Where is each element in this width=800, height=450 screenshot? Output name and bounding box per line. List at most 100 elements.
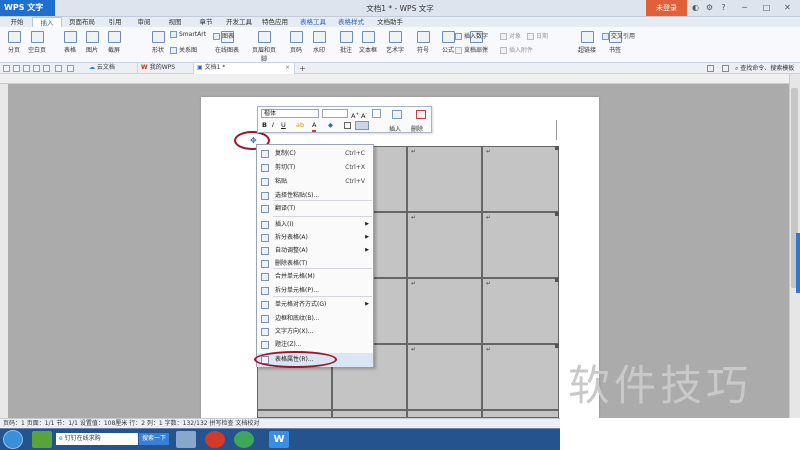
tab-5[interactable]: 视图 <box>160 17 190 27</box>
shading-icon[interactable]: ◆ <box>328 121 333 130</box>
browser-icon[interactable] <box>234 431 254 448</box>
doc-tab-my-wps[interactable]: W 我的WPS <box>138 63 194 74</box>
table-cell[interactable]: ↵ <box>482 146 559 212</box>
tab-10[interactable]: 表格样式 <box>332 17 370 27</box>
table-cell[interactable] <box>407 410 482 418</box>
table-cell[interactable] <box>257 410 332 418</box>
context-menu-item-2[interactable]: 粘贴 Ctrl+V <box>257 175 373 189</box>
context-menu-item-7[interactable]: 自动调整(A) ▶ <box>257 244 373 258</box>
tab-11[interactable]: 文档助手 <box>371 17 409 27</box>
insert-button[interactable]: 插入 <box>389 124 401 133</box>
wps-taskbar-icon[interactable]: W <box>269 431 289 448</box>
minimize-icon[interactable]: ─ <box>740 3 749 12</box>
start-button-icon[interactable] <box>3 430 23 449</box>
tab-8[interactable]: 特色应用 <box>257 17 293 27</box>
table-cell[interactable] <box>482 410 559 418</box>
table-cell[interactable]: ↵ <box>407 278 482 344</box>
taskbar-search-input[interactable]: e 钉钉在线求购 <box>56 433 138 445</box>
context-menu-item-11[interactable]: 单元格对齐方式(G) ▶ <box>257 298 373 312</box>
context-menu-item-0[interactable]: 复制(C) Ctrl+C <box>257 147 373 161</box>
redo-icon[interactable] <box>67 65 74 72</box>
ribbon-small-button-7[interactable]: 插入附件 <box>500 45 533 54</box>
format-painter-icon[interactable] <box>372 109 381 118</box>
taskbar-app-icon[interactable] <box>32 431 52 448</box>
skin-switch-icon[interactable] <box>722 65 729 72</box>
help-icon[interactable]: ? <box>719 3 728 12</box>
command-search[interactable]: ⌕ 查找命令、搜索模板 <box>735 63 794 74</box>
doc-tab-document1[interactable]: ▣ 文档1 * × <box>194 63 295 74</box>
context-menu-item-6[interactable]: 拆分表格(A) ▶ <box>257 231 373 245</box>
ribbon-button-1[interactable]: 空白页 <box>25 31 49 54</box>
table-cell[interactable] <box>332 410 407 418</box>
ribbon-button-10[interactable]: 批注 <box>334 31 358 54</box>
table-cell[interactable]: ↵ <box>407 146 482 212</box>
ribbon-small-button-4[interactable]: 对象 <box>500 31 521 40</box>
context-menu-item-9[interactable]: 合并单元格(M) <box>257 270 373 284</box>
tab-7[interactable]: 开发工具 <box>222 17 256 27</box>
ribbon-button-12[interactable]: 艺术字 <box>383 31 407 54</box>
ribbon-small-button-2[interactable]: 关系图 <box>170 45 197 54</box>
ribbon-small-button-3[interactable]: 插入数字 <box>455 31 488 40</box>
ribbon-button-4[interactable]: 截屏 <box>102 31 126 54</box>
table-cell[interactable]: ↵ <box>482 344 559 410</box>
ribbon-button-3[interactable]: 图片 <box>80 31 104 54</box>
skin-icon[interactable]: ◐ <box>691 3 700 12</box>
ribbon-small-button-0[interactable]: SmartArt <box>170 31 206 38</box>
context-menu-item-13[interactable]: 文字方向(X)... <box>257 325 373 339</box>
ribbon-button-13[interactable]: 符号 <box>411 31 435 54</box>
context-menu-item-12[interactable]: 边框和底纹(B)... <box>257 312 373 326</box>
ribbon-small-button-6[interactable]: 首字下沉 <box>455 45 488 54</box>
undo-icon[interactable] <box>55 65 62 72</box>
close-tab-icon[interactable]: × <box>285 63 290 73</box>
ribbon-small-button-8[interactable]: 交叉引用 <box>602 31 635 40</box>
login-button[interactable]: 未登录 <box>646 0 687 16</box>
new-tab-icon[interactable]: + <box>299 63 306 74</box>
bold-icon[interactable]: B <box>262 121 267 130</box>
tab-1[interactable]: 插入 <box>32 17 62 27</box>
maximize-icon[interactable]: □ <box>762 3 771 12</box>
layout-icon[interactable] <box>707 65 714 72</box>
font-select[interactable]: 楷体 <box>261 109 319 118</box>
underline-icon[interactable]: U <box>281 121 286 130</box>
side-panel-handle[interactable] <box>796 233 800 293</box>
settings-icon[interactable]: ⚙ <box>705 3 714 12</box>
italic-icon[interactable]: I <box>272 121 274 130</box>
ribbon-button-11[interactable]: 文本框 <box>356 31 380 54</box>
taskbar-search-button[interactable]: 搜索一下 <box>139 433 169 445</box>
align-icon[interactable] <box>355 121 369 130</box>
ribbon-button-2[interactable]: 表格 <box>58 31 82 54</box>
tab-0[interactable]: 开始 <box>3 17 31 27</box>
chrome-icon[interactable] <box>205 431 225 448</box>
print-icon[interactable] <box>23 65 30 72</box>
context-menu-item-5[interactable]: 插入(I) ▶ <box>257 218 373 232</box>
close-icon[interactable]: ✕ <box>783 3 792 12</box>
tab-3[interactable]: 引用 <box>102 17 128 27</box>
table-cell[interactable]: ↵ <box>482 212 559 278</box>
font-size-select[interactable] <box>322 109 348 118</box>
ribbon-button-8[interactable]: 页码 <box>284 31 308 54</box>
taskbar-tools-icon[interactable] <box>176 431 196 448</box>
ribbon-small-button-5[interactable]: 日期 <box>527 31 548 40</box>
tab-6[interactable]: 章节 <box>191 17 221 27</box>
preview-icon[interactable] <box>33 65 40 72</box>
doc-tab-cloud[interactable]: ☁ 云文档 <box>86 63 138 74</box>
table-cell[interactable]: ↵ <box>482 278 559 344</box>
tab-9[interactable]: 表格工具 <box>295 17 331 27</box>
tab-4[interactable]: 审阅 <box>129 17 159 27</box>
ribbon-button-5[interactable]: 形状 <box>146 31 170 54</box>
border-icon[interactable] <box>344 122 351 129</box>
export-icon[interactable] <box>43 65 50 72</box>
insert-table-icon[interactable] <box>392 110 402 119</box>
ribbon-button-9[interactable]: 水印 <box>307 31 331 54</box>
shrink-font-icon[interactable]: A- <box>361 109 367 121</box>
ribbon-small-button-1[interactable]: 图表 <box>213 31 234 40</box>
delete-table-icon[interactable] <box>416 110 426 119</box>
highlight-icon[interactable]: ab <box>296 121 304 130</box>
tab-2[interactable]: 页面布局 <box>63 17 101 27</box>
save-icon[interactable] <box>13 65 20 72</box>
open-icon[interactable] <box>3 65 10 72</box>
font-color-icon[interactable]: A <box>312 121 317 132</box>
ribbon-button-0[interactable]: 分页 <box>2 31 26 54</box>
context-menu-item-1[interactable]: 剪切(T) Ctrl+X <box>257 161 373 175</box>
grow-font-icon[interactable]: A+ <box>351 109 359 121</box>
